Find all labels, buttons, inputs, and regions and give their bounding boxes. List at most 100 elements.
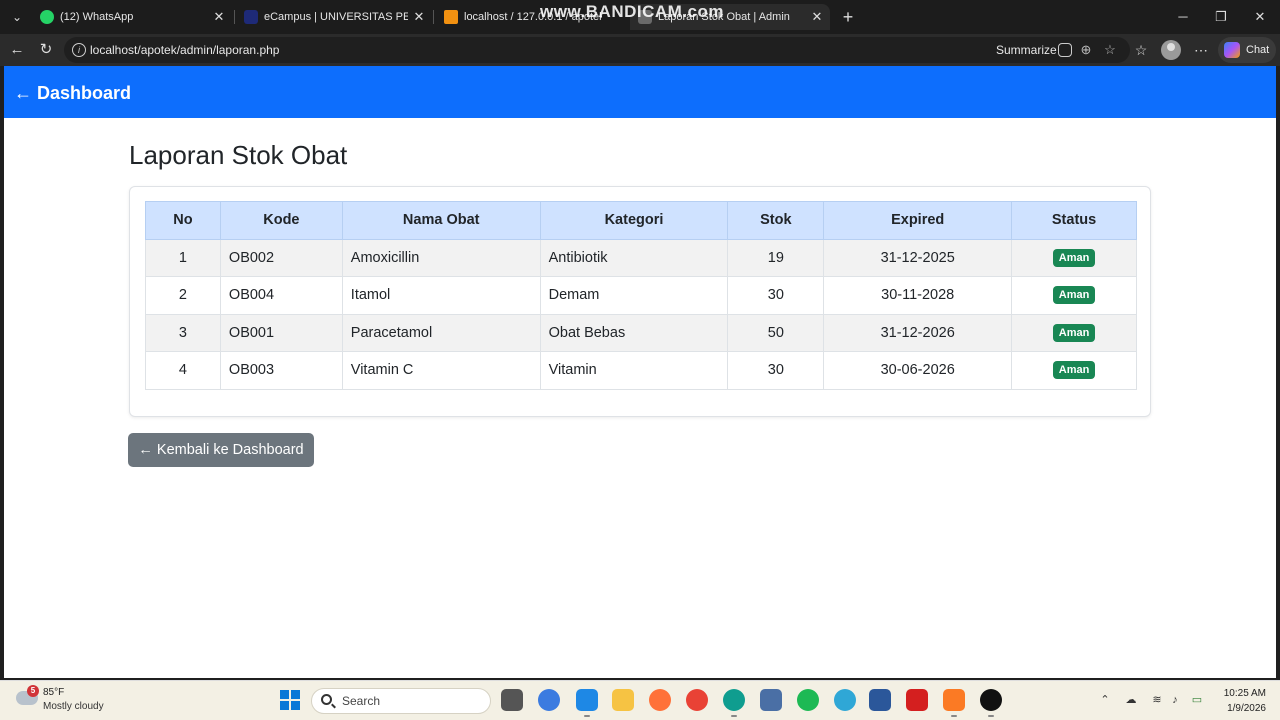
bandicam-icon[interactable] [980, 689, 1002, 717]
url-text[interactable]: localhost/apotek/admin/laporan.php [90, 37, 279, 63]
xampp-icon[interactable] [943, 689, 965, 717]
table-row: 4 OB003 Vitamin C Vitamin 30 30-06-2026 … [145, 351, 1137, 390]
spotify-icon[interactable] [797, 689, 819, 711]
wifi-icon[interactable]: ≋ [1150, 693, 1164, 707]
weather-description[interactable]: Mostly cloudy [43, 701, 104, 712]
chat-label: Chat [1246, 44, 1270, 56]
tab-whatsapp[interactable]: (12) WhatsApp ✕ [32, 4, 232, 30]
minimize-icon[interactable]: ─ [1172, 6, 1194, 28]
table-row: 3 OB001 Paracetamol Obat Bebas 50 31-12-… [145, 313, 1137, 352]
chevron-up-icon[interactable]: ⌃ [1098, 693, 1112, 707]
acrobat-icon[interactable] [906, 689, 928, 711]
cell-status: Aman [1011, 276, 1137, 315]
favorite-star-icon[interactable]: ☆ [1102, 42, 1118, 58]
tab-separator [234, 10, 235, 24]
reload-icon[interactable]: ↻ [35, 39, 57, 61]
cell-kategori: Demam [539, 276, 729, 315]
cell-status: Aman [1011, 238, 1137, 277]
edge-icon[interactable] [723, 689, 745, 717]
cell-expired: 30-11-2028 [823, 276, 1013, 315]
status-badge: Aman [1052, 323, 1096, 342]
cell-stok: 30 [727, 276, 825, 315]
volume-icon[interactable]: ♪ [1168, 693, 1182, 707]
cell-kategori: Vitamin [539, 351, 729, 390]
cell-nama-obat: Vitamin C [341, 351, 541, 390]
file-explorer-icon[interactable] [612, 689, 634, 711]
close-icon[interactable]: ✕ [810, 4, 824, 30]
search-icon [321, 694, 332, 705]
cell-stok: 50 [727, 313, 825, 352]
app-navbar: ← Dashboard [4, 66, 1276, 118]
profile-avatar[interactable] [1161, 40, 1181, 60]
status-badge: Aman [1052, 248, 1096, 267]
table-row: 1 OB002 Amoxicillin Antibiotik 19 31-12-… [145, 238, 1137, 277]
vscode-icon[interactable] [576, 689, 598, 717]
translate-app-icon[interactable] [538, 689, 560, 711]
status-badge: Aman [1052, 361, 1096, 380]
battery-icon[interactable]: ▭ [1190, 693, 1204, 707]
copilot-icon [1224, 42, 1240, 58]
window-close-icon[interactable]: ✕ [1249, 6, 1271, 28]
clock-date[interactable]: 1/9/2026 [1218, 703, 1266, 714]
taskbar-search[interactable]: Search [311, 688, 491, 714]
tab-actions-chevron-icon[interactable]: ⌄ [6, 8, 28, 26]
onedrive-cloud-icon[interactable]: ☁ [1124, 693, 1138, 707]
cell-kode: OB003 [219, 351, 343, 390]
summarize-button[interactable]: Summarize [996, 37, 1057, 63]
table-row: 2 OB004 Itamol Demam 30 30-11-2028 Aman [145, 276, 1137, 315]
header-expired: Expired [823, 201, 1013, 240]
header-nama-obat: Nama Obat [341, 201, 541, 240]
zoom-icon[interactable]: ⊕ [1078, 42, 1094, 58]
clock-time[interactable]: 10:25 AM [1218, 688, 1266, 699]
windows-start-icon[interactable] [280, 690, 300, 710]
cell-no: 1 [145, 238, 221, 277]
cell-stok: 30 [727, 351, 825, 390]
table-header-row: No Kode Nama Obat Kategori Stok Expired … [145, 201, 1137, 240]
bandicam-watermark: www.BANDICAM.com [540, 2, 724, 21]
cell-expired: 31-12-2025 [823, 238, 1013, 277]
header-stok: Stok [727, 201, 825, 240]
tab-ecampus[interactable]: eCampus | UNIVERSITAS PELITA BA ✕ [236, 4, 432, 30]
cell-kode: OB002 [219, 238, 343, 277]
page-title: Laporan Stok Obat [129, 140, 348, 170]
back-arrow-icon[interactable]: ← [6, 39, 28, 61]
cell-kategori: Antibiotik [539, 238, 729, 277]
tab-label: (12) WhatsApp [60, 11, 134, 23]
back-to-dashboard-button[interactable]: ← Kembali ke Dashboard [128, 433, 314, 467]
canva-icon[interactable] [834, 689, 856, 711]
header-no: No [145, 201, 221, 240]
task-view-icon[interactable] [501, 689, 523, 711]
cell-nama-obat: Itamol [341, 276, 541, 315]
firefox-icon[interactable] [649, 689, 671, 711]
word-icon[interactable] [869, 689, 891, 711]
weather-alert-badge: 5 [27, 685, 39, 697]
chrome-icon[interactable] [686, 689, 708, 711]
page-viewport: ← Dashboard Laporan Stok Obat No Kode Na… [4, 66, 1276, 678]
summarize-icon[interactable] [1058, 43, 1072, 57]
network-app-icon[interactable] [760, 689, 782, 711]
cell-no: 3 [145, 313, 221, 352]
close-icon[interactable]: ✕ [212, 4, 226, 30]
new-tab-plus-icon[interactable]: + [839, 6, 857, 28]
header-status: Status [1011, 201, 1137, 240]
copilot-chat-button[interactable]: Chat [1218, 37, 1276, 63]
cell-stok: 19 [727, 238, 825, 277]
dashboard-link[interactable]: ← Dashboard [14, 66, 131, 120]
cell-status: Aman [1011, 313, 1137, 352]
browser-tab-bar: ⌄ (12) WhatsApp ✕ eCampus | UNIVERSITAS … [0, 0, 1280, 34]
more-menu-icon[interactable]: ⋯ [1190, 39, 1212, 61]
site-info-icon[interactable]: i [72, 43, 86, 57]
ecampus-icon [244, 10, 258, 24]
close-icon[interactable]: ✕ [412, 4, 426, 30]
tab-separator [433, 10, 434, 24]
cell-kategori: Obat Bebas [539, 313, 729, 352]
tab-label: eCampus | UNIVERSITAS PELITA BA [264, 11, 408, 23]
whatsapp-icon [40, 10, 54, 24]
weather-temperature[interactable]: 85°F [43, 687, 64, 698]
header-kode: Kode [219, 201, 343, 240]
restore-icon[interactable]: ❐ [1210, 6, 1232, 28]
cell-no: 4 [145, 351, 221, 390]
address-toolbar: ← ↻ i localhost/apotek/admin/laporan.php… [0, 34, 1280, 66]
favorites-icon[interactable]: ☆ [1130, 39, 1152, 61]
address-bar[interactable]: i localhost/apotek/admin/laporan.php Sum… [64, 37, 1130, 63]
